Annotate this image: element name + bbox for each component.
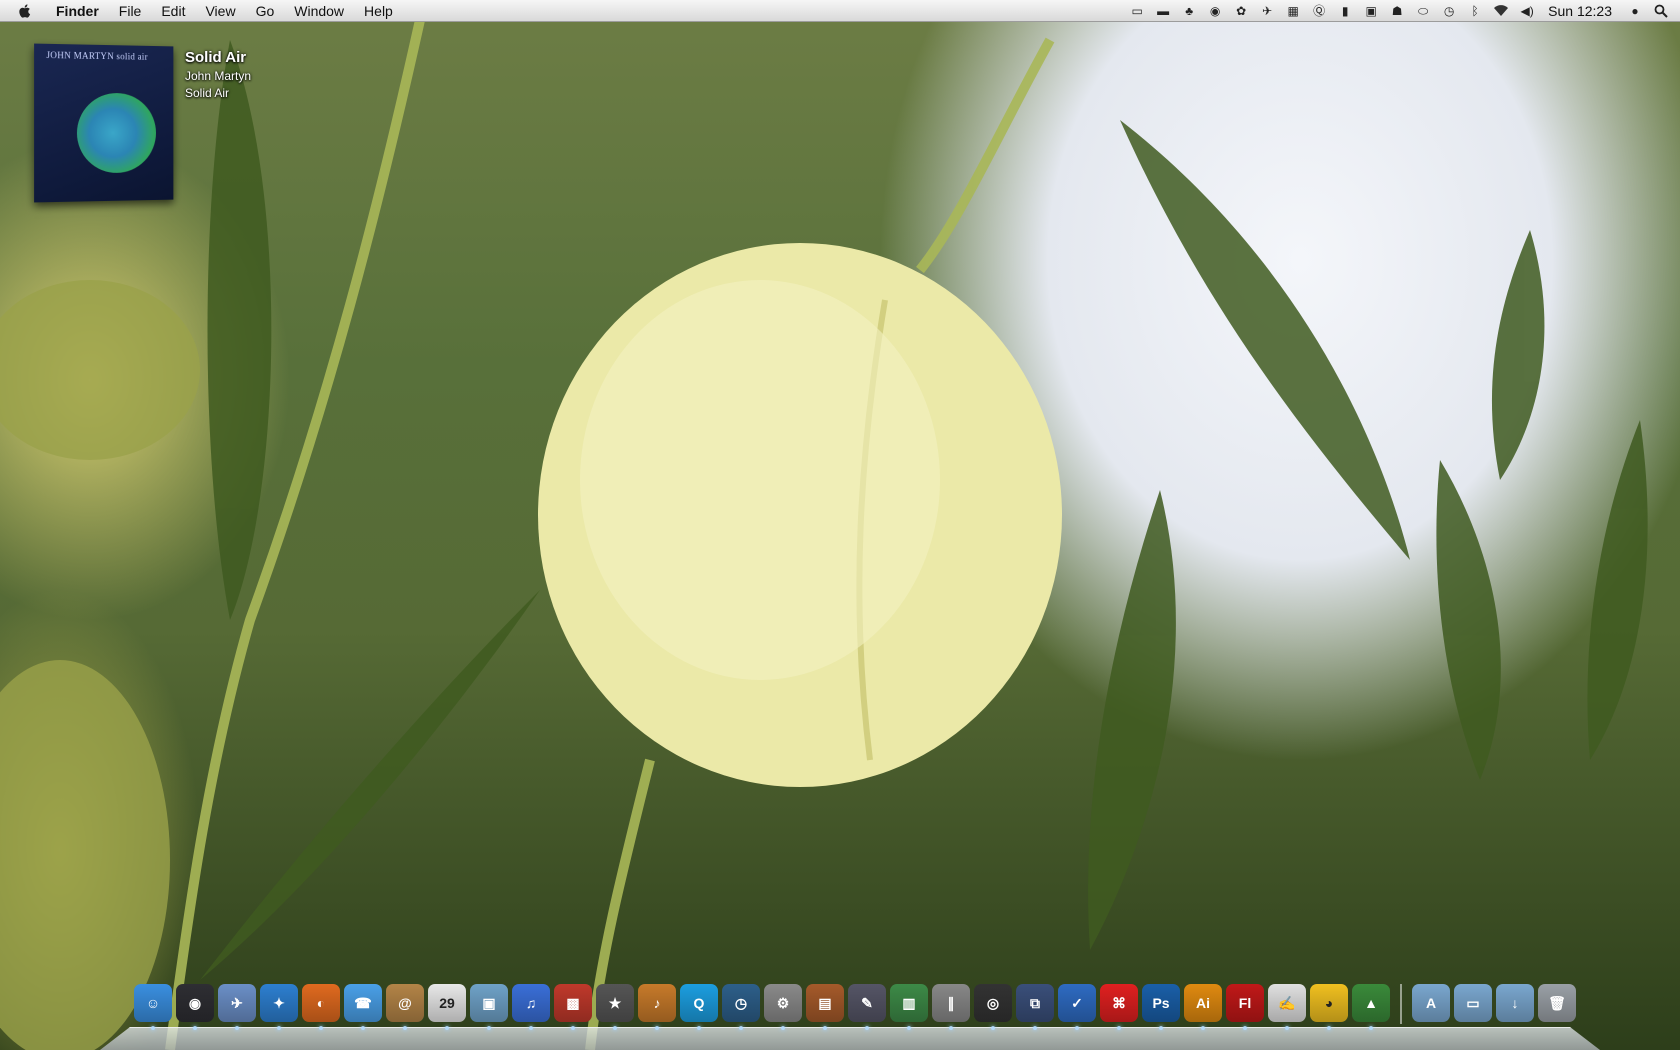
- dock-things-icon[interactable]: ✓: [1058, 984, 1096, 1030]
- menu-clock[interactable]: Sun 12:23: [1548, 3, 1612, 19]
- dock-ical-icon[interactable]: 29: [428, 984, 466, 1030]
- chat-icon[interactable]: ▮: [1337, 4, 1353, 18]
- user-icon[interactable]: ●: [1627, 4, 1643, 18]
- dock-firefox-icon[interactable]: ◐: [302, 984, 340, 1030]
- dock-itunes-icon[interactable]: ♫: [512, 984, 550, 1030]
- twitter-bird-icon[interactable]: ✈: [1259, 4, 1275, 18]
- album-cover-artwork: [76, 92, 157, 174]
- wifi-icon[interactable]: [1493, 4, 1509, 18]
- dock-cyberduck-icon[interactable]: ◕: [1310, 984, 1348, 1030]
- menu-file[interactable]: File: [109, 0, 152, 22]
- dock-camino-icon[interactable]: ▲: [1352, 984, 1390, 1030]
- album-cover: JOHN MARTYN solid air: [34, 43, 174, 203]
- dock-applications-stack-icon[interactable]: A: [1412, 984, 1450, 1022]
- activity-icon[interactable]: ▦: [1285, 4, 1301, 18]
- evernote-icon[interactable]: ☗: [1389, 4, 1405, 18]
- menu-edit[interactable]: Edit: [151, 0, 195, 22]
- dock-separator: [1400, 984, 1402, 1024]
- menu-help[interactable]: Help: [354, 0, 403, 22]
- dock-time-machine-icon[interactable]: ◷: [722, 984, 760, 1030]
- dock-garageband-icon[interactable]: ♪: [638, 984, 676, 1030]
- dock-keynote-icon[interactable]: ▤: [806, 984, 844, 1030]
- dock-parallels-icon[interactable]: ∥: [932, 984, 970, 1030]
- dock-quicktime-icon[interactable]: Q: [680, 984, 718, 1030]
- dock-shelf: [100, 1027, 1600, 1050]
- dock-downloads-stack-icon[interactable]: ↓: [1496, 984, 1534, 1022]
- dock-numbers-icon[interactable]: ▥: [890, 984, 928, 1030]
- disk-icon[interactable]: ⬭: [1415, 4, 1431, 18]
- dock-photo-booth-icon[interactable]: ▩: [554, 984, 592, 1030]
- dock: ☺ ◉ ✈ ✦ ◐ ☎ @29 ▣ ♫ ▩ ★ ♪ Q ◷ ⚙ ▤ ✎ ▥ ∥ ◎ ⧉ ✓ ⌘ Ps Ai Fl ✍ ◕ ▲ A ▭ ↓ 🗑: [100, 984, 1600, 1050]
- monitor-icon[interactable]: ▬: [1155, 4, 1171, 18]
- dock-documents-stack-icon[interactable]: ▭: [1454, 984, 1492, 1022]
- track-album: Solid Air: [185, 86, 230, 100]
- dock-coda-icon[interactable]: ⧉: [1016, 984, 1054, 1030]
- dock-illustrator-icon[interactable]: Ai: [1184, 984, 1222, 1030]
- menu-view[interactable]: View: [195, 0, 245, 22]
- app-menu-finder[interactable]: Finder: [46, 0, 109, 22]
- dock-safari-icon[interactable]: ✦: [260, 984, 298, 1030]
- menu-window[interactable]: Window: [284, 0, 354, 22]
- menu-extras: ▭ ▬ ♣ ◉ ✿ ✈ ▦ Ⓠ ▮ ▣ ☗ ⬭ ◷ ᛒ ◀) Sun 12:23…: [1124, 0, 1674, 22]
- dock-iphoto-icon[interactable]: ▣: [470, 984, 508, 1030]
- dock-finder-icon[interactable]: ☺: [134, 984, 172, 1030]
- dock-photoshop-icon[interactable]: Ps: [1142, 984, 1180, 1030]
- display-icon[interactable]: ▭: [1129, 4, 1145, 18]
- dock-imovie-icon[interactable]: ★: [596, 984, 634, 1030]
- q-icon[interactable]: Ⓠ: [1311, 4, 1327, 18]
- track-title: Solid Air: [185, 49, 247, 66]
- fan-icon[interactable]: ✿: [1233, 4, 1249, 18]
- dock-aperture-icon[interactable]: ◎: [974, 984, 1012, 1030]
- volume-icon[interactable]: ◀): [1519, 4, 1535, 18]
- time-machine-clock-icon[interactable]: ◷: [1441, 4, 1457, 18]
- track-artist: John Martyn: [185, 69, 252, 83]
- apple-menu-icon[interactable]: [16, 2, 34, 20]
- dock-acrobat-icon[interactable]: ⌘: [1100, 984, 1138, 1030]
- dock-address-book-icon[interactable]: @: [386, 984, 424, 1030]
- dock-trash-icon[interactable]: 🗑: [1538, 984, 1576, 1022]
- dock-flash-icon[interactable]: Fl: [1226, 984, 1264, 1030]
- spotlight-search-icon[interactable]: [1653, 4, 1669, 18]
- dock-textedit-icon[interactable]: ✍: [1268, 984, 1306, 1030]
- track-info: Solid Air John Martyn Solid Air: [185, 49, 251, 100]
- dock-script-editor-icon[interactable]: ✎: [848, 984, 886, 1030]
- time-machine-icon[interactable]: ◉: [1207, 4, 1223, 18]
- menu-go[interactable]: Go: [246, 0, 285, 22]
- growl-icon[interactable]: ♣: [1181, 4, 1197, 18]
- album-cover-text: JOHN MARTYN solid air: [46, 49, 148, 62]
- screen-share-icon[interactable]: ▣: [1363, 4, 1379, 18]
- dock-icons: ☺ ◉ ✈ ✦ ◐ ☎ @29 ▣ ♫ ▩ ★ ♪ Q ◷ ⚙ ▤ ✎ ▥ ∥ ◎ ⧉ ✓ ⌘ Ps Ai Fl ✍ ◕ ▲ A ▭ ↓ 🗑: [134, 984, 1576, 1030]
- dock-mail-stamp-icon[interactable]: ✈: [218, 984, 256, 1030]
- dock-dashboard-icon[interactable]: ◉: [176, 984, 214, 1030]
- now-playing-widget: JOHN MARTYN solid air Solid Air John Mar…: [34, 43, 295, 205]
- bluetooth-icon[interactable]: ᛒ: [1467, 4, 1483, 18]
- dock-system-preferences-icon[interactable]: ⚙: [764, 984, 802, 1030]
- menu-bar: Finder File Edit View Go Window Help ▭ ▬…: [0, 0, 1680, 22]
- dock-ichat-icon[interactable]: ☎: [344, 984, 382, 1030]
